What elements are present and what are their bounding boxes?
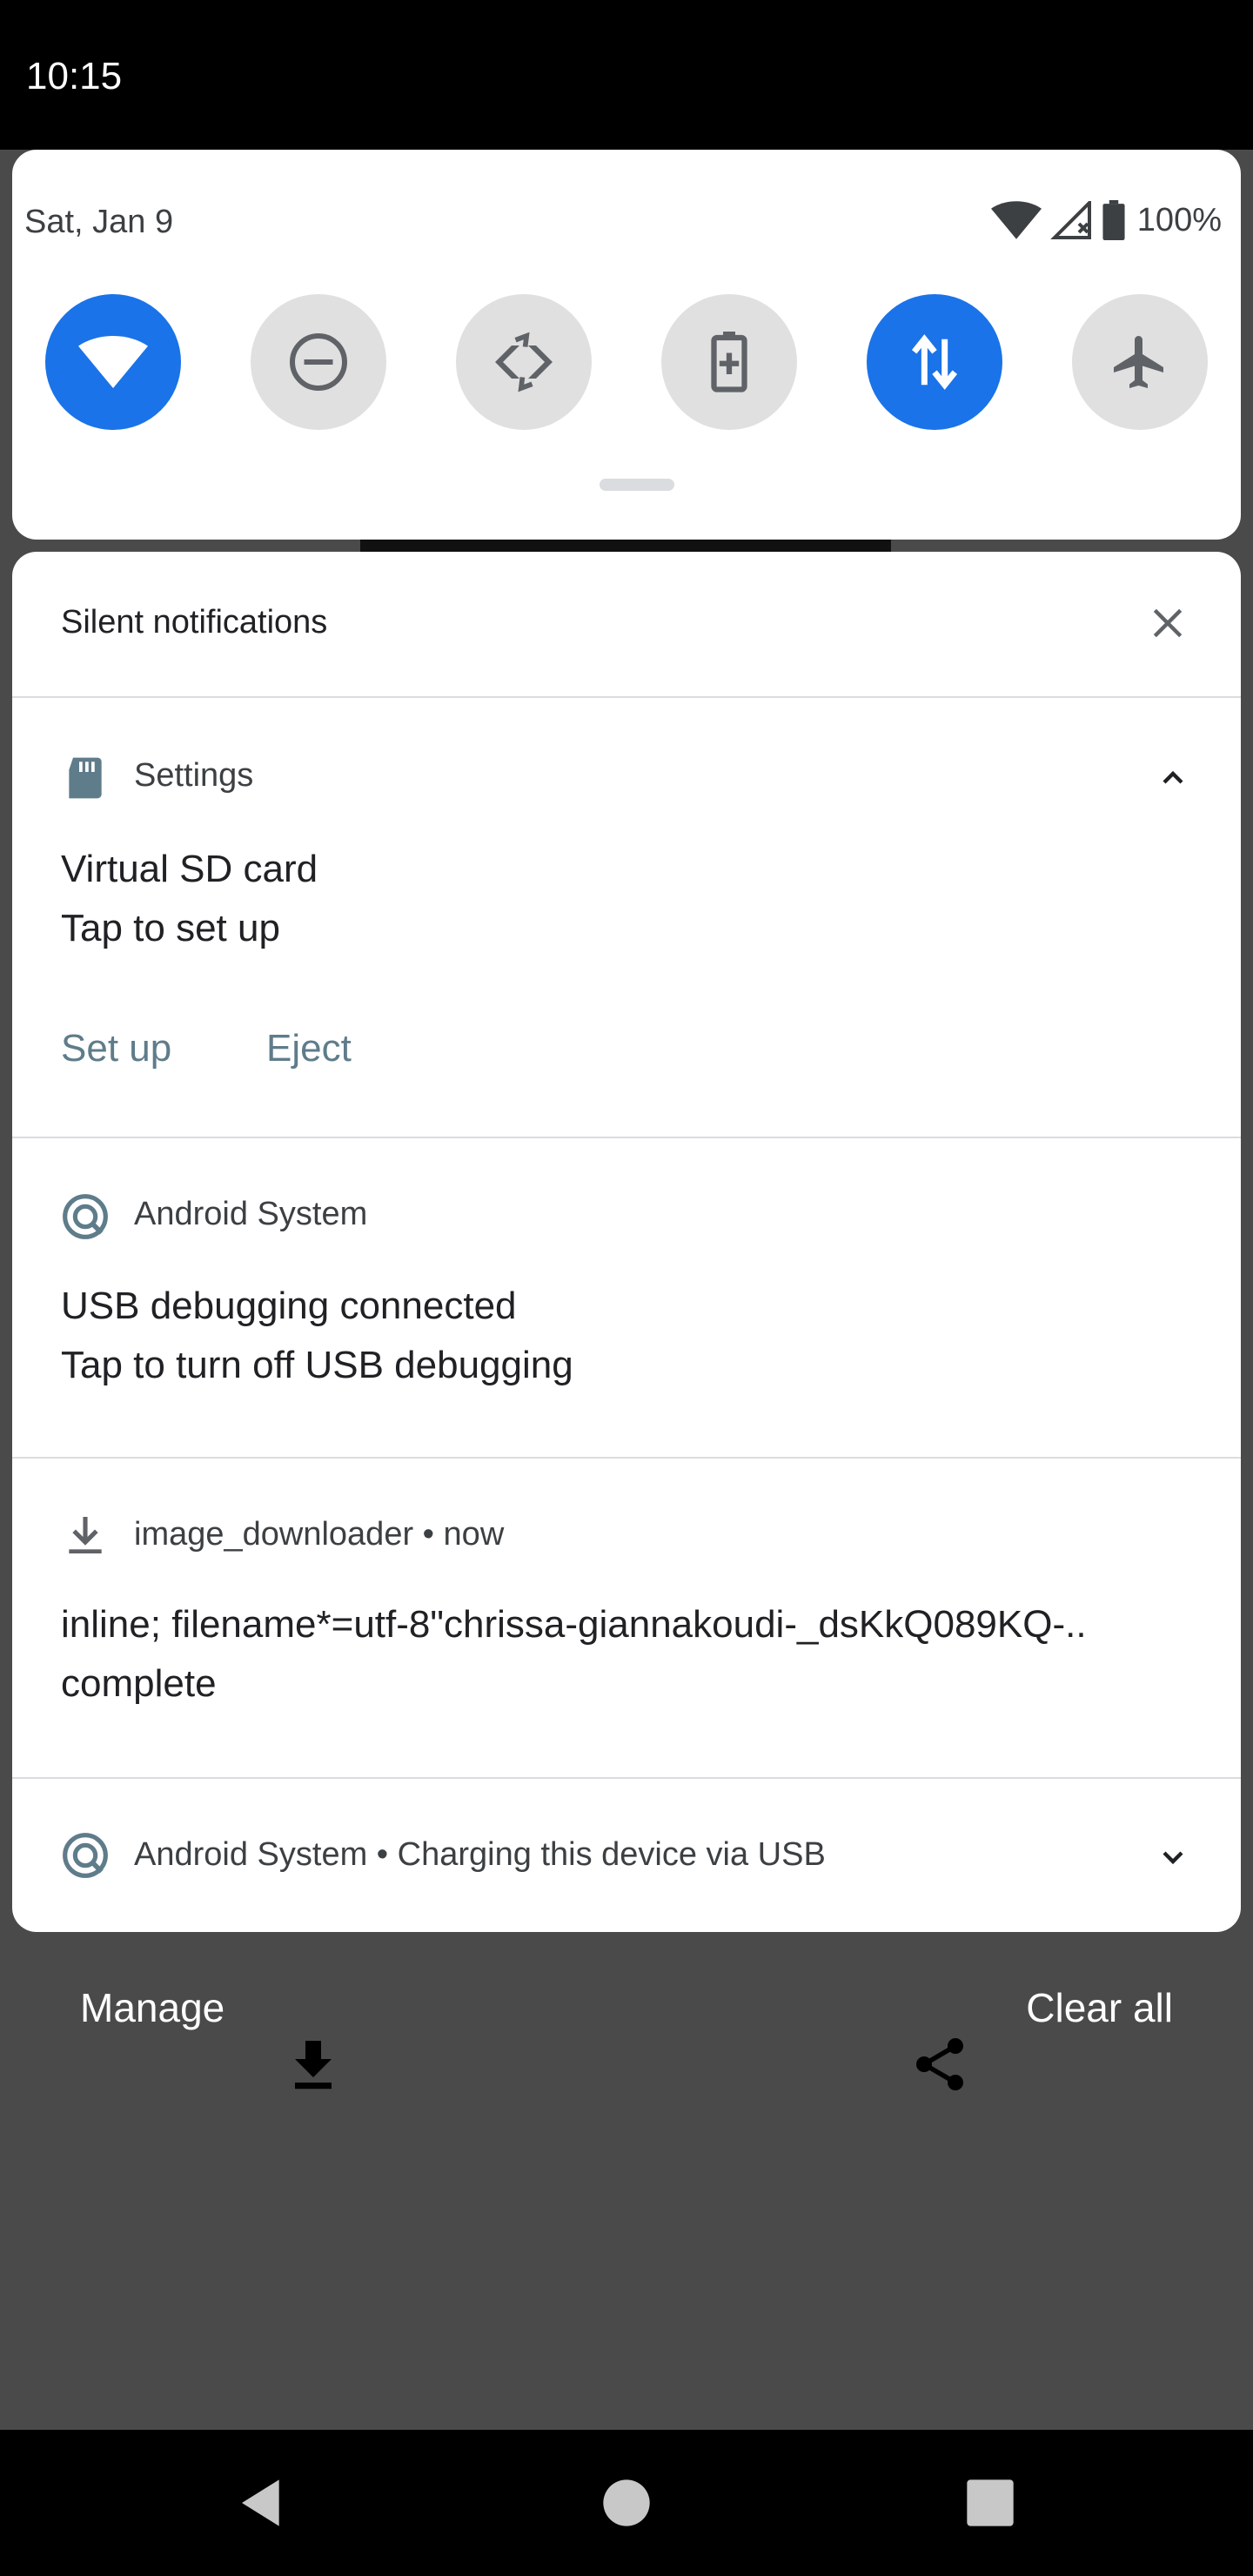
notification-image-downloader[interactable]: image_downloader • now inline; filename*… [12,1459,1241,1779]
download-icon [69,1517,102,1553]
notification-shade: Silent notifications Settings Virtual SD… [12,552,1241,1932]
notification-summary: Charging this device via USB [397,1836,826,1873]
airplane-icon [1114,336,1163,388]
notification-collapsed-header: Android System • Charging this device vi… [134,1836,826,1874]
status-bar: 10:15 [0,0,1253,150]
tile-auto-rotate[interactable] [456,294,592,430]
notification-app-name: Settings [134,757,254,794]
home-icon[interactable] [599,2475,654,2531]
tile-wifi[interactable] [45,294,181,430]
separator-dot: • [422,1516,444,1553]
close-icon[interactable] [1149,604,1187,642]
qs-date[interactable]: Sat, Jan 9 [24,204,173,241]
notification-app-name: Android System [134,1196,368,1232]
qs-status-icons: 100% [990,198,1222,242]
chevron-up-icon[interactable] [1156,761,1190,795]
notification-text: Tap to set up [61,907,280,949]
section-title: Silent notifications [61,604,328,641]
background-download-icon [295,2041,332,2090]
notification-usb-debugging[interactable]: Android System USB debugging connected T… [12,1138,1241,1459]
status-time: 10:15 [26,57,123,92]
do-not-disturb-icon [290,333,347,391]
cell-signal-icon [1049,201,1091,239]
notification-title: Virtual SD card [61,848,318,890]
manage-button[interactable]: Manage [80,1984,224,2031]
qs-drag-handle[interactable] [600,479,674,491]
recents-icon[interactable] [962,2475,1018,2531]
auto-rotate-icon [495,329,553,395]
notification-title: inline; filename*=utf-8"chrissa-giannako… [61,1603,1087,1646]
background-share-icon [916,2038,963,2090]
clear-all-button[interactable]: Clear all [1026,1984,1173,2031]
notification-usb-charging[interactable]: Android System • Charging this device vi… [12,1779,1241,1932]
android-system-icon [63,1194,108,1239]
battery-percent: 100% [1136,201,1222,238]
notification-text: complete [61,1662,217,1705]
silent-notifications-header: Silent notifications [12,552,1241,698]
tile-battery-saver[interactable] [661,294,797,430]
sd-card-icon [69,757,102,799]
navigation-bar [0,2430,1253,2576]
notification-title: USB debugging connected [61,1285,517,1327]
notification-settings[interactable]: Settings Virtual SD card Tap to set up S… [12,698,1241,1138]
battery-icon [1102,200,1125,240]
wifi-signal-icon [990,201,1042,239]
android-system-icon [63,1833,108,1878]
background-strip [360,540,891,552]
battery-saver-icon [711,332,747,392]
tile-mobile-data[interactable] [867,294,1002,430]
notification-time: now [443,1516,505,1553]
notification-app-name: image_downloader [134,1516,414,1553]
notification-app-header: image_downloader • now [134,1516,504,1553]
eject-button[interactable]: Eject [266,1027,352,1070]
back-icon[interactable] [235,2475,291,2531]
tile-do-not-disturb[interactable] [251,294,386,430]
quick-settings-panel: Sat, Jan 9 100% [12,150,1241,540]
notification-app-name: Android System [134,1836,368,1873]
tile-airplane-mode[interactable] [1072,294,1208,430]
qs-tiles [45,294,1220,430]
chevron-down-icon[interactable] [1156,1840,1190,1875]
wifi-icon [78,336,148,388]
notification-text: Tap to turn off USB debugging [61,1344,573,1386]
mobile-data-icon [911,334,958,390]
separator-dot: • [376,1836,398,1873]
set-up-button[interactable]: Set up [61,1027,171,1070]
